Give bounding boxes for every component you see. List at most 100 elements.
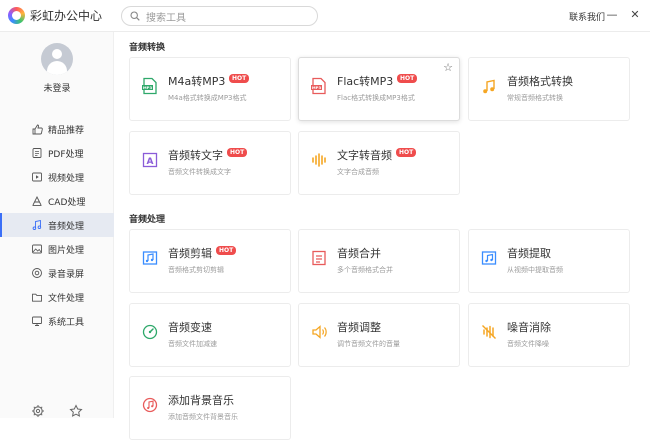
video-icon [32,172,42,182]
record-icon [32,268,42,278]
svg-text:A: A [147,157,154,167]
main-content: 音频转换 MP3 M4a转MP3 HOT M4a格式转换成MP3格式 MP3 Flac转MP… [115,32,650,440]
sidebar-item[interactable]: 图片处理 [0,237,114,261]
audio-cut-icon [142,251,158,265]
avatar[interactable] [41,43,73,75]
tool-card-description: 多个音频格式合并 [337,266,393,274]
sidebar-item[interactable]: 精品推荐 [0,117,114,141]
tool-card-description: 音频格式剪切剪辑 [168,266,224,274]
tool-card-title: 噪音消除 [507,321,551,334]
tool-card-title: 添加背景音乐 [168,394,234,407]
sidebar-item-label: CAD处理 [48,198,86,208]
tool-card[interactable]: A 音频转文字 HOT 音频文件转换成文字 [129,131,291,195]
sidebar-item-label: 文件处理 [48,294,85,304]
search-icon [130,11,140,21]
folder-icon [32,293,42,302]
svg-text:MP3: MP3 [143,85,153,90]
tool-card[interactable]: 音频提取 从视频中提取音频 [468,229,630,293]
avatar-body-icon [47,61,67,75]
app-title: 彩虹办公中心 [30,9,103,23]
music-note-icon [32,219,42,230]
speed-icon [142,324,158,340]
star-icon[interactable] [69,404,83,418]
tool-card-description: 从视频中提取音频 [507,266,563,274]
tool-card[interactable]: MP3 M4a转MP3 HOT M4a格式转换成MP3格式 [129,57,291,121]
hot-badge: HOT [227,148,248,157]
tool-card-title: M4a转MP3 [168,75,226,88]
sidebar-item[interactable]: 文件处理 [0,285,114,309]
sidebar-item-label: 系统工具 [48,318,85,328]
tool-card-description: 调节音频文件的音量 [337,340,400,348]
sidebar-item-label: 图片处理 [48,246,85,256]
favorite-star-icon[interactable]: ☆ [443,62,453,73]
sidebar-item[interactable]: 系统工具 [0,309,114,333]
bg-music-icon [142,397,158,413]
tool-card-title: 音频调整 [337,321,381,334]
hot-badge: HOT [216,246,237,255]
tool-card[interactable]: MP3 Flac转MP3 HOT Flac格式转换成MP3格式 ☆ [298,57,460,121]
hot-badge: HOT [396,148,417,157]
tool-card[interactable]: 音频变速音频文件加减速 [129,303,291,367]
sidebar-item-label: 精品推荐 [48,126,85,136]
sidebar-item[interactable]: PDF处理 [0,141,114,165]
login-status[interactable]: 未登录 [0,81,114,94]
tool-card[interactable]: 音频格式转换常规音频格式转换 [468,57,630,121]
image-icon [32,244,42,254]
tool-card-title: 音频格式转换 [507,75,573,88]
tool-card-description: 音频文件加减速 [168,340,217,348]
tool-card-description: 音频文件转换成文字 [168,168,231,176]
avatar-head-icon [52,49,62,59]
tool-card[interactable]: 噪音消除音频文件降噪 [468,303,630,367]
sidebar-item[interactable]: CAD处理 [0,189,114,213]
tool-card[interactable]: 音频剪辑 HOT 音频格式剪切剪辑 [129,229,291,293]
sidebar-item-label: PDF处理 [48,150,84,160]
sidebar-item-label: 录音录屏 [48,270,85,280]
tool-card-description: 音频文件降噪 [507,340,549,348]
audio-to-text-icon: A [142,152,158,168]
thumbs-up-icon [32,124,43,135]
search-placeholder: 搜索工具 [146,13,186,24]
audio-merge-icon [312,250,326,266]
svg-text:MP3: MP3 [312,85,322,90]
sidebar-item-label: 音频处理 [48,222,85,232]
audio-extract-icon [481,251,497,265]
music-file-icon [483,79,495,94]
tool-card-title: Flac转MP3 [337,75,394,88]
tool-card-description: M4a格式转换成MP3格式 [168,94,247,102]
search-input[interactable]: 搜索工具 [121,6,318,26]
hot-badge: HOT [229,74,250,83]
hot-badge: HOT [397,74,418,83]
mp3-file-icon: MP3 [311,77,326,95]
mp3-file-icon: MP3 [142,77,157,95]
tool-card-description: 文字合成音频 [337,168,379,176]
close-button[interactable]: ✕ [628,8,642,22]
pdf-icon [32,148,42,158]
sidebar-item[interactable]: 视频处理 [0,165,114,189]
tool-card[interactable]: 音频调整调节音频文件的音量 [298,303,460,367]
sidebar: 未登录 精品推荐 PDF处理视频处理 CAD处理音频处理图片处理录音录屏文件处理系统… [0,32,114,418]
tool-card-description: 常规音频格式转换 [507,94,563,102]
section-title: 音频转换 [129,43,166,53]
text-to-audio-icon [312,153,326,167]
tool-card-title: 音频转文字 [168,149,223,162]
tool-card-title: 音频变速 [168,321,212,334]
minimize-button[interactable]: — [605,8,619,22]
section-title: 音频处理 [129,215,166,225]
tool-card[interactable]: 添加背景音乐添加音频文件背景音乐 [129,376,291,440]
tool-card[interactable]: 文字转音频 HOT 文字合成音频 [298,131,460,195]
tool-card-title: 文字转音频 [337,149,392,162]
cad-icon [32,195,42,206]
sidebar-item[interactable]: 录音录屏 [0,261,114,285]
contact-us-link[interactable]: 联系我们 [569,10,605,23]
tool-card-description: 添加音频文件背景音乐 [168,413,238,421]
volume-icon [312,325,327,339]
tool-card-title: 音频合并 [337,247,381,260]
tool-card-description: Flac格式转换成MP3格式 [337,94,415,102]
sidebar-item-label: 视频处理 [48,174,85,184]
rainbow-logo-icon [8,7,25,24]
tool-card[interactable]: 音频合并多个音频格式合并 [298,229,460,293]
settings-icon[interactable] [31,404,45,418]
sidebar-item[interactable]: 音频处理 [0,213,114,237]
noise-cancel-icon [482,325,496,339]
system-icon [32,316,42,326]
